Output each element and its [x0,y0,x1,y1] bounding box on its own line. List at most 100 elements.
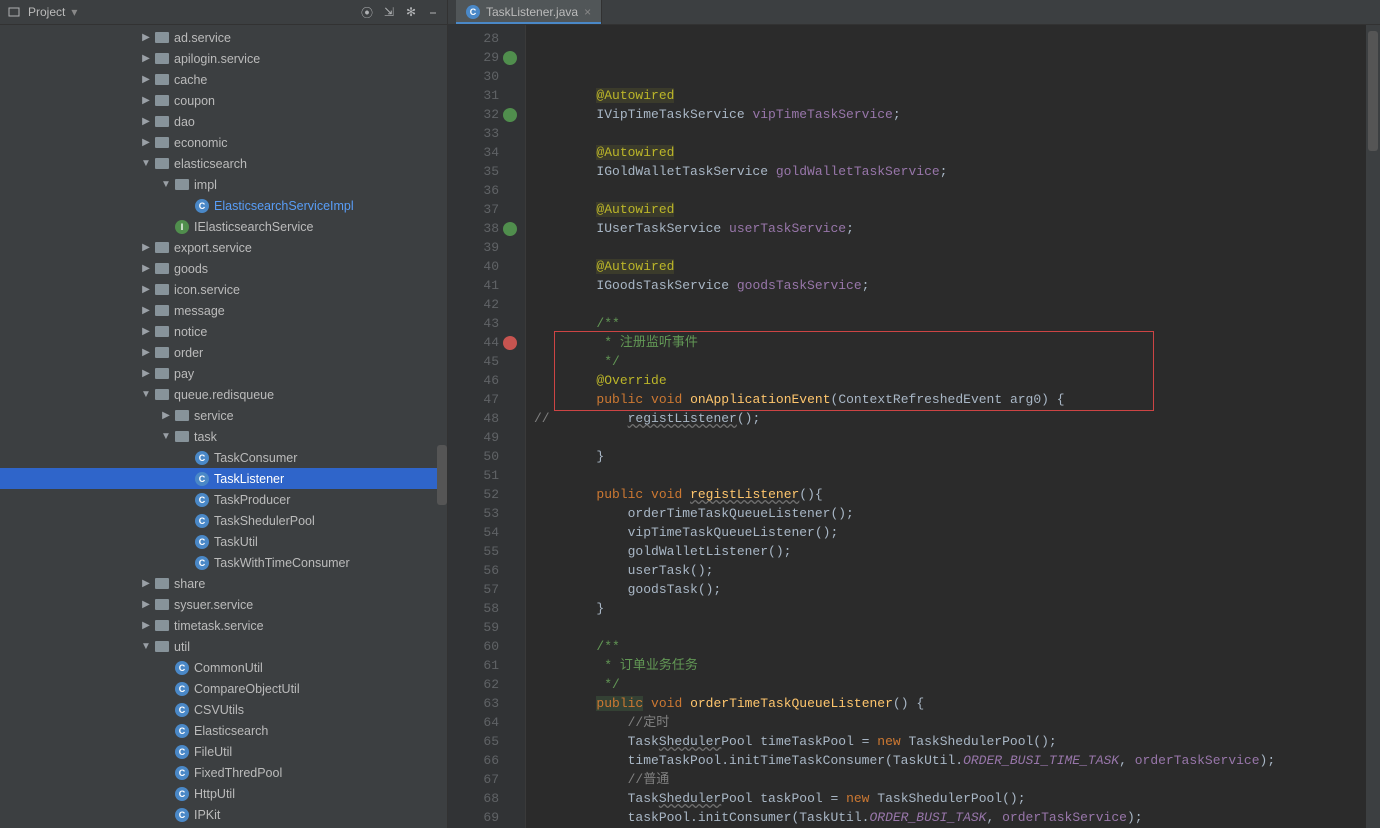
chevron-down-icon[interactable]: ▼ [140,158,152,170]
chevron-right-icon[interactable]: ▶ [140,242,152,254]
settings-icon[interactable]: ✻ [403,4,419,20]
code-line[interactable]: // registListener(); [534,409,1366,428]
chevron-right-icon[interactable]: ▶ [140,347,152,359]
code-line[interactable]: vipTimeTaskQueueListener(); [534,523,1366,542]
chevron-right-icon[interactable]: ▶ [140,74,152,86]
locate-icon[interactable]: ⦿ [359,4,375,20]
chevron-right-icon[interactable]: ▶ [140,305,152,317]
chevron-right-icon[interactable]: ▶ [140,116,152,128]
chevron-right-icon[interactable]: ▶ [140,599,152,611]
tree-item-elasticsearchserviceimpl[interactable]: CElasticsearchServiceImpl [0,195,447,216]
code-line[interactable]: public void registListener(){ [534,485,1366,504]
code-line[interactable]: goodsTask(); [534,580,1366,599]
code-line[interactable] [534,238,1366,257]
tree-item-export-service[interactable]: ▶export.service [0,237,447,258]
tree-item-cache[interactable]: ▶cache [0,69,447,90]
tree-item-task[interactable]: ▼task [0,426,447,447]
implements-icon[interactable] [503,222,517,236]
code-editor[interactable]: 2829303132333435363738394041424344454647… [448,25,1380,828]
code-line[interactable]: @Autowired [534,200,1366,219]
override-up-icon[interactable] [503,336,517,350]
code-line[interactable]: @Autowired [534,86,1366,105]
tree-item-httputil[interactable]: CHttpUtil [0,783,447,804]
hide-icon[interactable]: ⎯ [425,4,441,20]
code-line[interactable]: timeTaskPool.initTimeTaskConsumer(TaskUt… [534,751,1366,770]
chevron-down-icon[interactable]: ▼ [160,431,172,443]
editor-scrollbar[interactable] [1366,25,1380,828]
code-line[interactable]: IVipTimeTaskService vipTimeTaskService; [534,105,1366,124]
tree-item-order[interactable]: ▶order [0,342,447,363]
chevron-right-icon[interactable]: ▶ [140,32,152,44]
tree-item-notice[interactable]: ▶notice [0,321,447,342]
code-line[interactable]: IGoodsTaskService goodsTaskService; [534,276,1366,295]
tree-item-fixedthredpool[interactable]: CFixedThredPool [0,762,447,783]
code-line[interactable]: //定时 [534,713,1366,732]
code-line[interactable] [534,124,1366,143]
tree-item-taskutil[interactable]: CTaskUtil [0,531,447,552]
tree-item-economic[interactable]: ▶economic [0,132,447,153]
editor-scrollbar-thumb[interactable] [1368,31,1378,151]
tab-tasklistener[interactable]: C TaskListener.java × [456,0,602,24]
tree-item-csvutils[interactable]: CCSVUtils [0,699,447,720]
tree-item-ad-service[interactable]: ▶ad.service [0,27,447,48]
tree-item-ielasticsearchservice[interactable]: IIElasticsearchService [0,216,447,237]
code-line[interactable] [534,466,1366,485]
code-line[interactable]: * 订单业务任务 [534,656,1366,675]
project-tree[interactable]: ▶ad.service▶apilogin.service▶cache▶coupo… [0,25,448,828]
code-line[interactable]: orderTimeTaskQueueListener(); [534,504,1366,523]
sidebar-scrollbar-thumb[interactable] [437,445,447,505]
code-area[interactable]: @Autowired IVipTimeTaskService vipTimeTa… [526,25,1366,828]
code-line[interactable]: taskPool.initConsumer(TaskUtil.ORDER_BUS… [534,808,1366,827]
code-line[interactable]: public void onApplicationEvent(ContextRe… [534,390,1366,409]
chevron-right-icon[interactable]: ▶ [140,137,152,149]
tree-item-commonutil[interactable]: CCommonUtil [0,657,447,678]
chevron-right-icon[interactable]: ▶ [140,53,152,65]
collapse-all-icon[interactable]: ⇲ [381,4,397,20]
code-line[interactable]: /** [534,637,1366,656]
tree-item-goods[interactable]: ▶goods [0,258,447,279]
code-line[interactable] [534,295,1366,314]
code-line[interactable]: IGoldWalletTaskService goldWalletTaskSer… [534,162,1366,181]
code-line[interactable]: IUserTaskService userTaskService; [534,219,1366,238]
tree-item-util[interactable]: ▼util [0,636,447,657]
code-line[interactable]: //普通 [534,770,1366,789]
tree-item-coupon[interactable]: ▶coupon [0,90,447,111]
tree-item-apilogin-service[interactable]: ▶apilogin.service [0,48,447,69]
tree-item-taskshedulerpool[interactable]: CTaskShedulerPool [0,510,447,531]
chevron-down-icon[interactable]: ▼ [140,641,152,653]
chevron-right-icon[interactable]: ▶ [140,326,152,338]
tree-item-fileutil[interactable]: CFileUtil [0,741,447,762]
tree-item-taskproducer[interactable]: CTaskProducer [0,489,447,510]
view-mode-dropdown[interactable]: ▾ [71,5,83,19]
code-line[interactable]: } [534,599,1366,618]
code-line[interactable]: @Autowired [534,257,1366,276]
chevron-down-icon[interactable]: ▼ [140,389,152,401]
code-line[interactable]: */ [534,352,1366,371]
tree-item-taskwithtimeconsumer[interactable]: CTaskWithTimeConsumer [0,552,447,573]
tree-item-icon-service[interactable]: ▶icon.service [0,279,447,300]
tree-item-compareobjectutil[interactable]: CCompareObjectUtil [0,678,447,699]
code-line[interactable] [534,181,1366,200]
chevron-right-icon[interactable]: ▶ [140,578,152,590]
code-line[interactable]: } [534,447,1366,466]
chevron-right-icon[interactable]: ▶ [140,95,152,107]
code-line[interactable]: @Override [534,371,1366,390]
chevron-right-icon[interactable]: ▶ [140,368,152,380]
tree-item-impl[interactable]: ▼impl [0,174,447,195]
code-line[interactable]: userTask(); [534,561,1366,580]
code-line[interactable]: TaskShedulerPool taskPool = new TaskShed… [534,789,1366,808]
tree-item-message[interactable]: ▶message [0,300,447,321]
tree-item-timetask-service[interactable]: ▶timetask.service [0,615,447,636]
tree-item-share[interactable]: ▶share [0,573,447,594]
code-line[interactable]: /** [534,314,1366,333]
tree-item-service[interactable]: ▶service [0,405,447,426]
code-line[interactable]: @Autowired [534,143,1366,162]
chevron-right-icon[interactable]: ▶ [140,263,152,275]
close-icon[interactable]: × [584,5,591,19]
tree-item-pay[interactable]: ▶pay [0,363,447,384]
code-line[interactable]: */ [534,675,1366,694]
implements-icon[interactable] [503,51,517,65]
tree-item-dao[interactable]: ▶dao [0,111,447,132]
chevron-right-icon[interactable]: ▶ [140,284,152,296]
code-line[interactable] [534,428,1366,447]
